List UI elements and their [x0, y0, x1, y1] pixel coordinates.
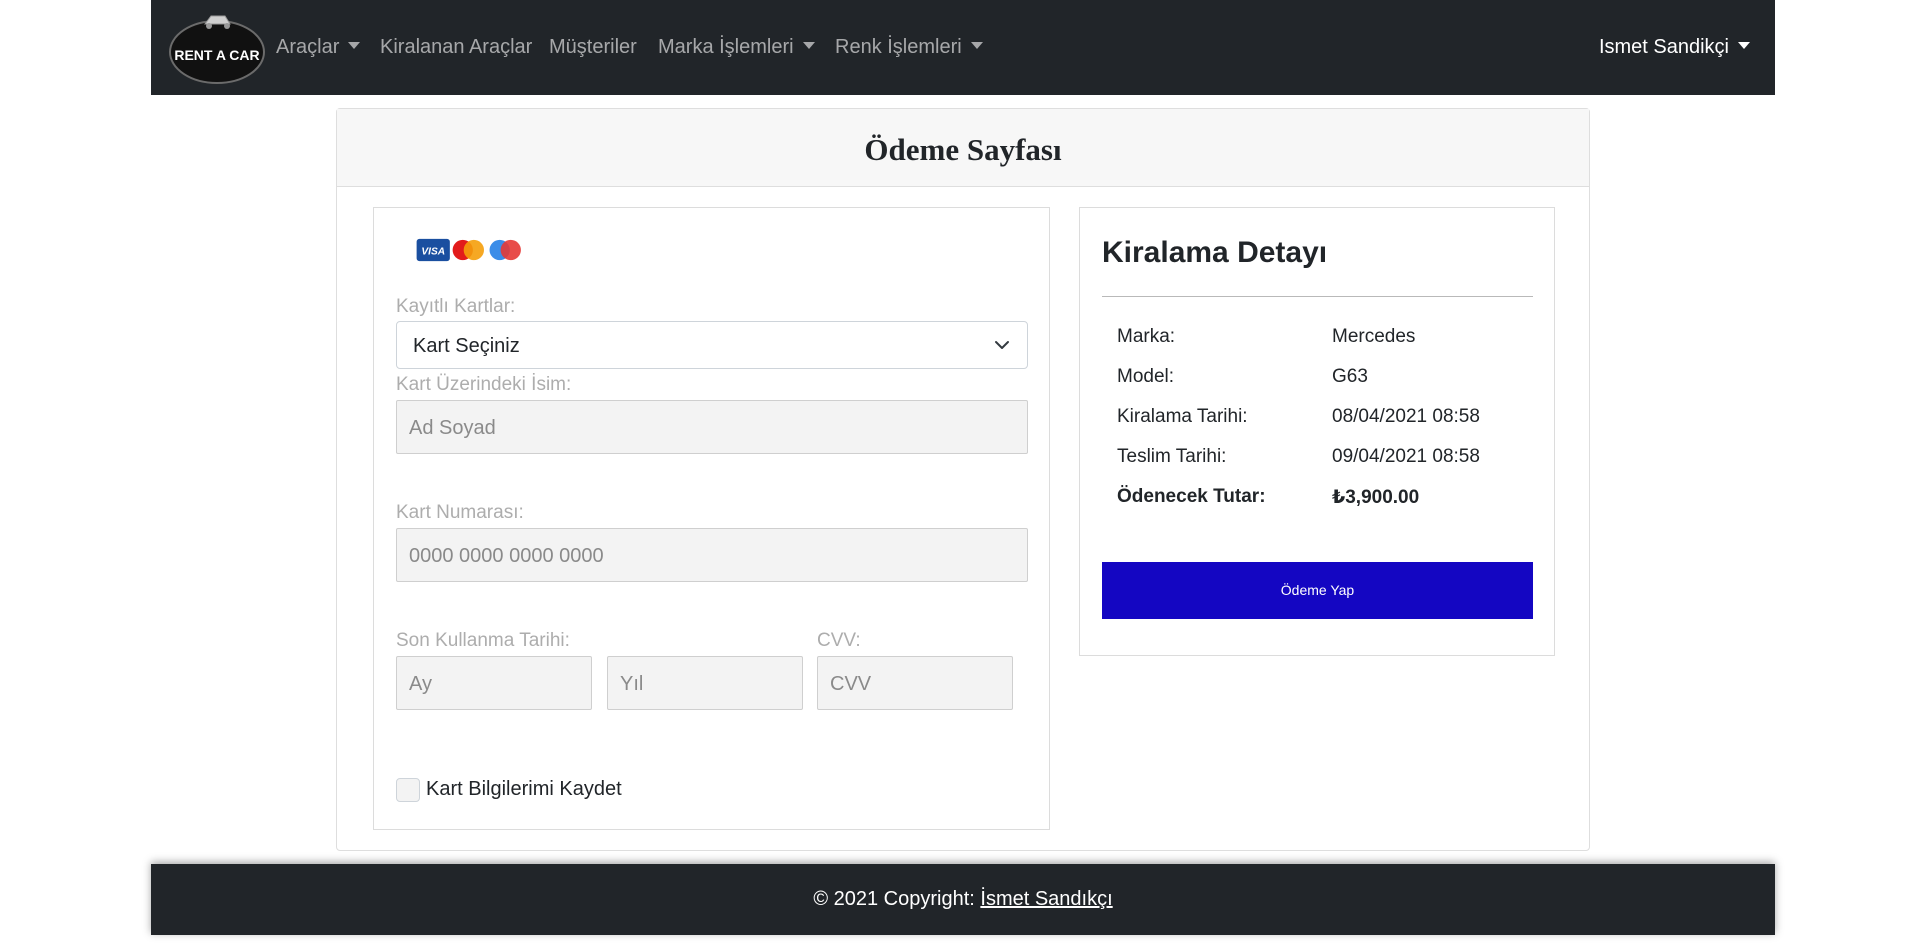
expiry-month-placeholder: Ay — [409, 673, 432, 695]
payment-form-panel: VISA Kayıtlı Kartlar: Kart Seçiniz Kart … — [373, 207, 1050, 830]
mastercard-icon — [452, 239, 484, 261]
footer-copyright: © 2021 Copyright: İsmet Sandıkçı — [813, 888, 1112, 911]
visa-icon: VISA — [416, 238, 450, 262]
nav-kiralanan-araclar-label: Kiralanan Araçlar — [380, 36, 533, 58]
payment-card: Ödeme Sayfası VISA Kayıtlı Kartlar: Kart… — [336, 108, 1590, 851]
svg-text:RENT A CAR: RENT A CAR — [174, 47, 259, 63]
expiry-label: Son Kullanma Tarihi: — [396, 630, 570, 651]
author-link[interactable]: İsmet Sandıkçı — [980, 888, 1112, 910]
saved-cards-selected-value: Kart Seçiniz — [413, 335, 520, 357]
card-name-input[interactable]: Ad Soyad — [396, 400, 1028, 454]
save-card-checkbox[interactable] — [396, 778, 420, 802]
svg-text:VISA: VISA — [421, 247, 445, 258]
pay-button[interactable]: Ödeme Yap — [1102, 562, 1533, 619]
saved-cards-select[interactable]: Kart Seçiniz — [396, 321, 1028, 369]
nav-musteriler-link[interactable]: Müşteriler — [549, 36, 637, 59]
nav-araclar-dropdown[interactable]: Araçlar — [276, 36, 361, 59]
maestro-icon — [489, 239, 521, 261]
detail-value: 09/04/2021 08:58 — [1332, 446, 1480, 467]
caret-down-icon — [348, 42, 361, 49]
caret-down-icon — [802, 42, 815, 49]
nav-renk-islemleri-label: Renk İşlemleri — [835, 36, 962, 58]
nav-renk-islemleri-dropdown[interactable]: Renk İşlemleri — [835, 36, 983, 59]
caret-down-icon — [970, 42, 983, 49]
cvv-placeholder: CVV — [830, 673, 872, 695]
cvv-label: CVV: — [817, 630, 861, 651]
nav-kiralanan-araclar-link[interactable]: Kiralanan Araçlar — [380, 36, 532, 59]
caret-down-icon — [1738, 42, 1750, 49]
card-name-placeholder: Ad Soyad — [409, 417, 496, 439]
card-number-input[interactable]: 0000 0000 0000 0000 — [396, 528, 1028, 582]
detail-key: Teslim Tarihi: — [1117, 446, 1227, 467]
card-brand-logos: VISA — [416, 238, 521, 262]
rental-detail-panel: Kiralama Detayı Marka: Mercedes Model: G… — [1079, 207, 1555, 656]
detail-key: Marka: — [1117, 326, 1176, 347]
copyright-text: © 2021 Copyright: — [813, 888, 981, 910]
page-title: Ödeme Sayfası — [864, 132, 1062, 167]
card-number-label: Kart Numarası: — [396, 502, 524, 523]
card-name-label: Kart Üzerindeki İsim: — [396, 374, 572, 395]
nav-musteriler-label: Müşteriler — [549, 36, 637, 58]
total-amount: ₺3,900.00 — [1332, 487, 1420, 508]
detail-key: Ödenecek Tutar: — [1117, 486, 1266, 507]
chevron-down-icon — [995, 341, 1009, 349]
nav-marka-islemleri-label: Marka İşlemleri — [658, 36, 794, 58]
cvv-input[interactable]: CVV — [817, 656, 1013, 710]
expiry-year-placeholder: Yıl — [620, 673, 644, 695]
nav-marka-islemleri-dropdown[interactable]: Marka İşlemleri — [658, 36, 815, 59]
detail-value: Mercedes — [1332, 326, 1416, 347]
detail-key: Model: — [1117, 366, 1175, 387]
card-header: Ödeme Sayfası — [337, 109, 1589, 187]
rent-a-car-logo[interactable]: RENT A CAR — [167, 8, 267, 84]
detail-key: Kiralama Tarihi: — [1117, 406, 1248, 427]
footer: © 2021 Copyright: İsmet Sandıkçı — [151, 864, 1775, 935]
user-name: Ismet Sandikçi — [1598, 36, 1729, 58]
saved-cards-label: Kayıtlı Kartlar: — [396, 296, 516, 317]
save-card-label[interactable]: Kart Bilgilerimi Kaydet — [426, 778, 622, 801]
rental-detail-title: Kiralama Detayı — [1102, 236, 1328, 269]
user-menu-dropdown[interactable]: Ismet Sandikçi — [1599, 36, 1750, 59]
detail-value: 08/04/2021 08:58 — [1332, 406, 1480, 427]
divider — [1102, 296, 1533, 297]
card-number-placeholder: 0000 0000 0000 0000 — [409, 545, 604, 567]
expiry-year-input[interactable]: Yıl — [607, 656, 803, 710]
detail-value: G63 — [1332, 366, 1368, 387]
nav-araclar-label: Araçlar — [276, 36, 340, 58]
expiry-month-input[interactable]: Ay — [396, 656, 592, 710]
top-navbar: RENT A CAR Araçlar Kiralanan Araçlar Müş… — [151, 0, 1775, 95]
